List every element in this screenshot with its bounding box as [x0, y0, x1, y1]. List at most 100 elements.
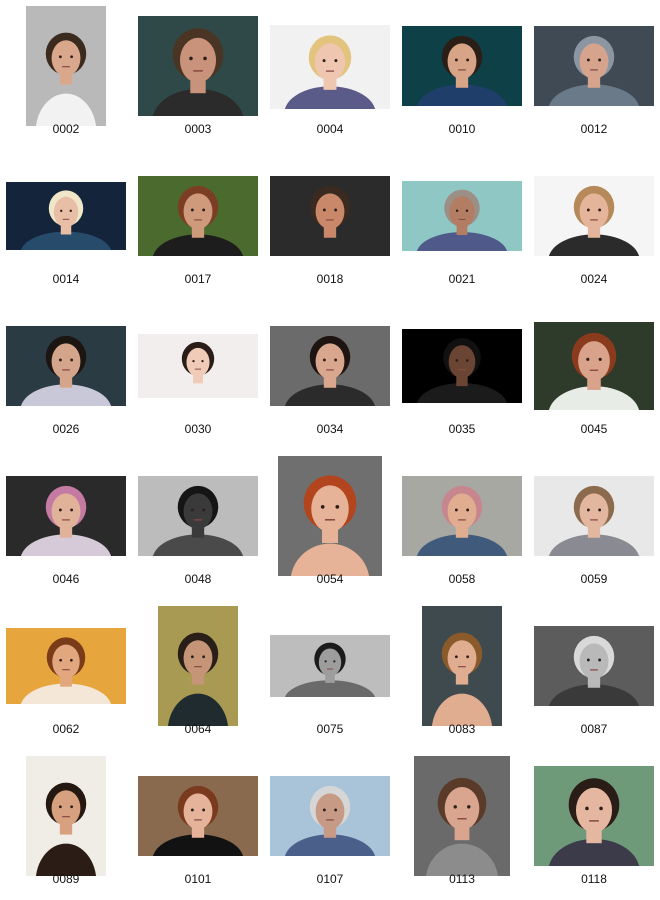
image-caption: 0062	[52, 722, 80, 736]
gallery-item[interactable]: 0087	[528, 600, 660, 750]
gallery-item[interactable]: 0021	[396, 150, 528, 300]
thumbnail-image[interactable]	[158, 606, 238, 726]
gallery-item[interactable]: 0035	[396, 300, 528, 450]
face-shape	[575, 787, 613, 833]
thumbnail-image[interactable]	[270, 635, 390, 697]
eye-shape	[466, 58, 470, 62]
gallery-item[interactable]: 0017	[132, 150, 264, 300]
gallery-item[interactable]: 0030	[132, 300, 264, 450]
image-caption: 0004	[316, 122, 344, 136]
gallery-item[interactable]: 0018	[264, 150, 396, 300]
image-caption: 0107	[316, 872, 344, 886]
eye-shape	[190, 655, 194, 659]
gallery-item[interactable]: 0002	[0, 0, 132, 150]
gallery-item[interactable]: 0012	[528, 0, 660, 150]
thumbnail-image[interactable]	[534, 476, 654, 556]
mouth-shape	[194, 666, 202, 668]
image-caption: 0035	[448, 422, 476, 436]
portrait-photo	[534, 176, 654, 256]
thumbnail-image[interactable]	[402, 26, 522, 106]
face-shape	[449, 196, 475, 228]
gallery-item[interactable]: 0118	[528, 750, 660, 900]
gallery-item[interactable]: 0059	[528, 450, 660, 600]
thumbnail-image[interactable]	[534, 766, 654, 866]
thumbnail-image[interactable]	[26, 6, 106, 126]
gallery-item[interactable]: 0062	[0, 600, 132, 750]
thumbnail-image[interactable]	[270, 326, 390, 406]
gallery-item[interactable]: 0014	[0, 150, 132, 300]
eye-shape	[202, 808, 206, 812]
gallery-item[interactable]: 0046	[0, 450, 132, 600]
gallery-item[interactable]: 0024	[528, 150, 660, 300]
mouth-shape	[589, 820, 599, 822]
gallery-item[interactable]: 0064	[132, 600, 264, 750]
eye-shape	[598, 58, 602, 62]
gallery-item[interactable]: 0048	[132, 450, 264, 600]
gallery-item[interactable]: 0075	[264, 600, 396, 750]
portrait-photo	[402, 26, 522, 106]
gallery-item[interactable]: 0003	[132, 0, 264, 150]
gallery-item[interactable]: 0034	[264, 300, 396, 450]
gallery-item[interactable]: 0083	[396, 600, 528, 750]
face-shape	[183, 640, 213, 677]
gallery-item[interactable]: 0101	[132, 750, 264, 900]
thumbnail-image[interactable]	[6, 476, 126, 556]
thumbnail-image[interactable]	[278, 456, 382, 576]
eye-shape	[599, 806, 603, 811]
mouth-shape	[194, 819, 202, 821]
thumbnail-image[interactable]	[138, 476, 258, 556]
eye-shape	[202, 508, 206, 512]
portrait-photo	[6, 628, 126, 704]
thumbnail-image[interactable]	[534, 176, 654, 256]
thumbnail-image[interactable]	[414, 756, 510, 876]
thumbnail-image[interactable]	[26, 756, 106, 876]
eye-shape	[598, 658, 602, 662]
thumbnail-image[interactable]	[534, 322, 654, 410]
thumbnail-image[interactable]	[534, 26, 654, 106]
thumbnail-image[interactable]	[534, 626, 654, 706]
thumbnail-image[interactable]	[6, 628, 126, 704]
eye-shape	[58, 508, 62, 512]
thumbnail-image[interactable]	[138, 176, 258, 256]
thumbnail-image[interactable]	[270, 25, 390, 109]
face-shape	[183, 493, 213, 530]
thumbnail-image[interactable]	[402, 476, 522, 556]
image-caption: 0014	[52, 272, 80, 286]
thumbnail-image[interactable]	[6, 326, 126, 406]
face-shape	[183, 193, 213, 230]
mouth-shape	[193, 70, 203, 72]
thumbnail-image[interactable]	[138, 776, 258, 856]
gallery-item[interactable]: 0054	[264, 450, 396, 600]
face-shape	[579, 493, 609, 530]
thumbnail-image[interactable]	[6, 182, 126, 250]
thumbnail-image[interactable]	[138, 16, 258, 116]
mouth-shape	[194, 519, 202, 521]
gallery-item[interactable]: 0058	[396, 450, 528, 600]
thumbnail-image[interactable]	[270, 776, 390, 856]
gallery-item[interactable]: 0089	[0, 750, 132, 900]
portrait-photo	[534, 476, 654, 556]
image-caption: 0045	[580, 422, 608, 436]
thumbnail-image[interactable]	[138, 334, 258, 398]
mouth-shape	[458, 666, 466, 668]
face-shape	[579, 43, 609, 80]
thumbnail-image[interactable]	[422, 606, 502, 726]
portrait-photo	[270, 326, 390, 406]
thumbnail-image[interactable]	[270, 176, 390, 256]
eye-shape	[322, 358, 326, 362]
gallery-item[interactable]: 0010	[396, 0, 528, 150]
eye-shape	[455, 209, 459, 212]
portrait-photo	[534, 322, 654, 410]
mouth-shape	[62, 66, 70, 68]
gallery-item[interactable]: 0026	[0, 300, 132, 450]
face-shape	[578, 341, 610, 381]
thumbnail-image[interactable]	[402, 329, 522, 403]
gallery-item[interactable]: 0045	[528, 300, 660, 450]
eye-shape	[455, 359, 459, 362]
thumbnail-image[interactable]	[402, 181, 522, 251]
gallery-item[interactable]: 0004	[264, 0, 396, 150]
gallery-item[interactable]: 0113	[396, 750, 528, 900]
eye-shape	[586, 208, 590, 212]
gallery-item[interactable]: 0107	[264, 750, 396, 900]
portrait-photo	[270, 25, 390, 109]
